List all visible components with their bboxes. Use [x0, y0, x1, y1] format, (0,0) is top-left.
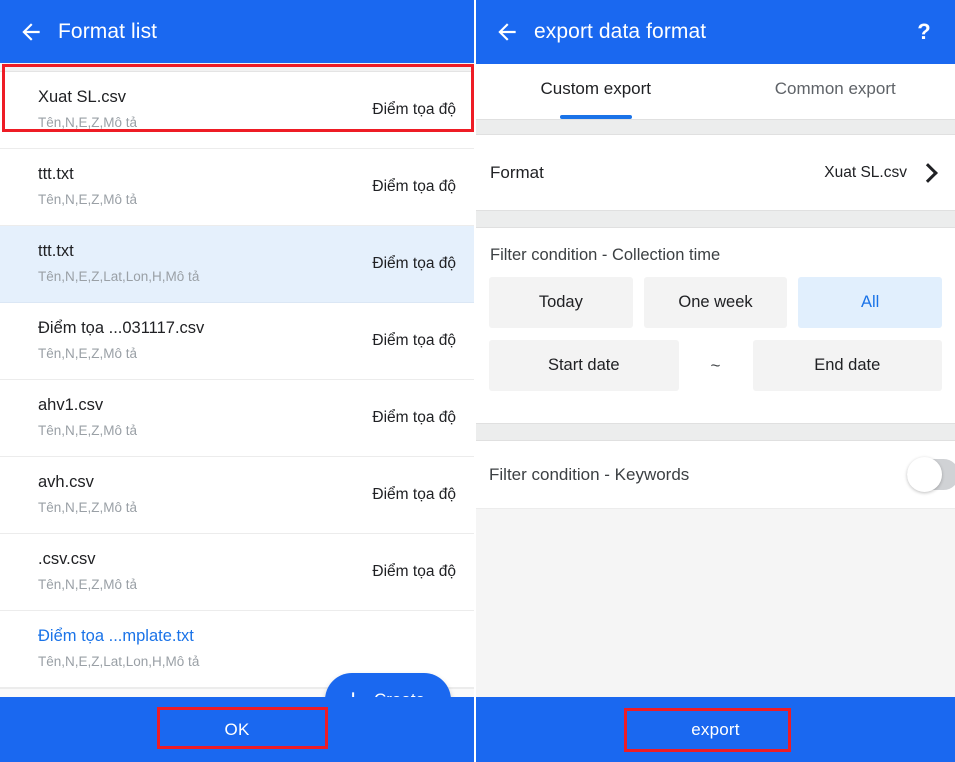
- table-row[interactable]: avh.csv Tên,N,E,Z,Mô tả Điểm tọa độ: [0, 457, 474, 534]
- range-all-button[interactable]: All: [798, 277, 943, 328]
- help-icon[interactable]: ?: [911, 19, 937, 45]
- row-file-name: ttt.txt: [38, 165, 74, 184]
- row-text-group: ahv1.csv Tên,N,E,Z,Mô tả: [38, 394, 372, 442]
- keyword-filter-toggle[interactable]: [907, 457, 955, 492]
- page-title: export data format: [534, 20, 707, 43]
- tab-custom-export[interactable]: Custom export: [476, 76, 716, 119]
- row-text-group: ttt.txt Tên,N,E,Z,Lat,Lon,H,Mô tả: [38, 240, 372, 288]
- add-format-button[interactable]: + Create: [325, 673, 451, 697]
- quick-range-row: Today One week All: [489, 277, 943, 328]
- section-divider: [476, 119, 955, 135]
- row-type-label: Điểm tọa độ: [372, 255, 456, 272]
- row-type-label: Điểm tọa độ: [372, 178, 456, 195]
- row-type-label: Điểm tọa độ: [372, 486, 456, 503]
- tab-label: Common export: [774, 79, 896, 98]
- arrow-left-icon[interactable]: [492, 17, 522, 47]
- row-type-label: Điểm tọa độ: [372, 101, 456, 118]
- chevron-right-icon: [918, 162, 938, 183]
- export-tabs: Custom export Common export: [476, 64, 955, 119]
- row-file-name: Xuat SL.csv: [38, 88, 127, 107]
- format-selector-row[interactable]: Format Xuat SL.csv: [476, 135, 955, 210]
- row-text-group: .csv.csv Tên,N,E,Z,Mô tả: [38, 548, 372, 596]
- row-file-name: ahv1.csv: [38, 396, 104, 415]
- format-label: Format: [490, 162, 544, 182]
- plus-icon: +: [345, 685, 361, 697]
- range-separator: ~: [710, 355, 721, 375]
- row-type-label: Điểm tọa độ: [372, 563, 456, 580]
- keyword-filter-label: Filter condition - Keywords: [489, 464, 690, 484]
- collection-time-title: Filter condition - Collection time: [490, 246, 721, 264]
- end-date-field[interactable]: End date: [752, 340, 942, 391]
- start-date-field[interactable]: Start date: [489, 340, 679, 391]
- section-divider: [476, 210, 955, 228]
- row-field-list: Tên,N,E,Z,Mô tả: [38, 577, 138, 593]
- row-text-group: Xuat SL.csv Tên,N,E,Z,Mô tả: [38, 86, 372, 134]
- row-file-name: ttt.txt: [38, 242, 74, 261]
- left-app-bar: Format list: [0, 0, 474, 63]
- range-today-button[interactable]: Today: [489, 277, 633, 328]
- table-row[interactable]: Điểm tọa ...031117.csv Tên,N,E,Z,Mô tả Đ…: [0, 303, 474, 380]
- ok-button[interactable]: OK: [225, 720, 250, 740]
- row-type-label: Điểm tọa độ: [372, 332, 456, 349]
- left-bottom-bar: OK: [0, 697, 474, 762]
- row-field-list: Tên,N,E,Z,Lat,Lon,H,Mô tả: [38, 654, 200, 670]
- row-field-list: Tên,N,E,Z,Mô tả: [38, 115, 138, 131]
- format-list: Xuat SL.csv Tên,N,E,Z,Mô tả Điểm tọa độ …: [0, 63, 474, 697]
- table-row[interactable]: .csv.csv Tên,N,E,Z,Mô tả Điểm tọa độ: [0, 534, 474, 611]
- row-field-list: Tên,N,E,Z,Mô tả: [38, 500, 138, 516]
- row-text-group: Điểm tọa ...031117.csv Tên,N,E,Z,Mô tả: [38, 317, 372, 365]
- create-button-label: Create: [374, 690, 425, 697]
- tab-common-export[interactable]: Common export: [716, 76, 955, 119]
- row-file-name: Điểm tọa ...mplate.txt: [38, 627, 194, 646]
- row-file-name: Điểm tọa ...031117.csv: [38, 319, 205, 338]
- table-row-selected[interactable]: ttt.txt Tên,N,E,Z,Lat,Lon,H,Mô tả Điểm t…: [0, 226, 474, 303]
- keyword-filter-row: Filter condition - Keywords: [476, 441, 955, 509]
- range-one-week-button[interactable]: One week: [643, 277, 788, 328]
- table-row[interactable]: ahv1.csv Tên,N,E,Z,Mô tả Điểm tọa độ: [0, 380, 474, 457]
- tab-active-indicator: [559, 115, 632, 119]
- right-bottom-bar: export: [476, 697, 955, 762]
- section-divider: [476, 423, 955, 441]
- export-data-format-panel: export data format ? Custom export Commo…: [476, 0, 955, 762]
- custom-range-row: Start date ~ End date: [489, 340, 942, 391]
- list-top-spacer: [0, 63, 474, 72]
- row-field-list: Tên,N,E,Z,Mô tả: [38, 423, 138, 439]
- row-field-list: Tên,N,E,Z,Mô tả: [38, 346, 138, 362]
- app-screen: Format list Xuat SL.csv Tên,N,E,Z,Mô tả …: [0, 0, 955, 762]
- export-button[interactable]: export: [691, 720, 739, 740]
- row-file-name: avh.csv: [38, 473, 94, 492]
- row-type-label: Điểm tọa độ: [372, 409, 456, 426]
- collection-time-filter-section: Filter condition - Collection time Today…: [476, 228, 955, 423]
- row-text-group: Điểm tọa ...mplate.txt Tên,N,E,Z,Lat,Lon…: [38, 625, 456, 673]
- right-app-bar: export data format ?: [476, 0, 955, 64]
- format-list-panel: Format list Xuat SL.csv Tên,N,E,Z,Mô tả …: [0, 0, 476, 762]
- row-text-group: ttt.txt Tên,N,E,Z,Mô tả: [38, 163, 372, 211]
- format-value: Xuat SL.csv: [824, 163, 907, 181]
- toggle-knob: [907, 457, 942, 492]
- row-field-list: Tên,N,E,Z,Mô tả: [38, 192, 138, 208]
- row-field-list: Tên,N,E,Z,Lat,Lon,H,Mô tả: [38, 269, 200, 285]
- empty-content-area: [476, 509, 955, 697]
- table-row[interactable]: Xuat SL.csv Tên,N,E,Z,Mô tả Điểm tọa độ: [0, 72, 474, 149]
- row-file-name: .csv.csv: [38, 550, 96, 569]
- tab-label: Custom export: [540, 79, 652, 98]
- page-title: Format list: [58, 19, 158, 43]
- arrow-left-icon[interactable]: [16, 17, 46, 47]
- row-text-group: avh.csv Tên,N,E,Z,Mô tả: [38, 471, 372, 519]
- table-row[interactable]: ttt.txt Tên,N,E,Z,Mô tả Điểm tọa độ: [0, 149, 474, 226]
